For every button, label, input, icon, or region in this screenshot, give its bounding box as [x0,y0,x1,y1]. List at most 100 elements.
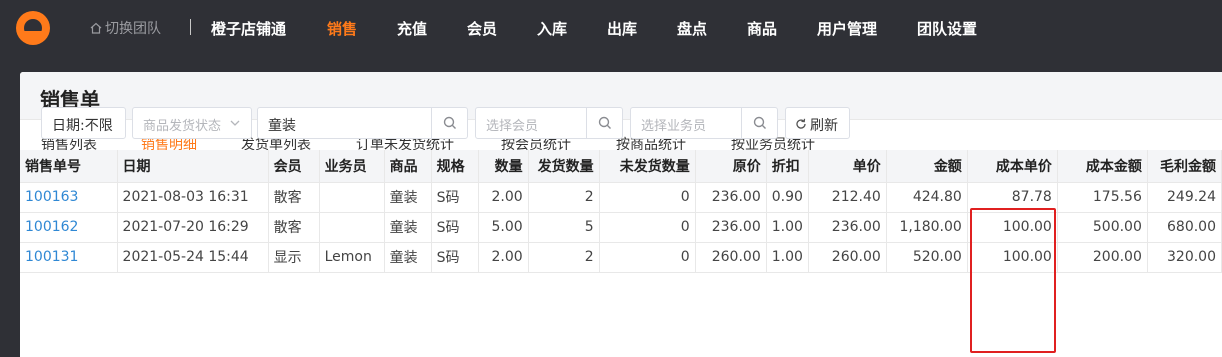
cell-spec: S码 [431,242,479,273]
col-header-cost-unit-price[interactable]: 成本单价 [967,150,1058,183]
cell-staff [319,182,385,213]
cell-member: 散客 [268,182,320,213]
table-row[interactable]: 100162 2021-07-20 16:29 散客 童装 S码 5.00 5 … [20,212,1222,243]
col-header-spec[interactable]: 规格 [431,150,479,183]
search-icon [598,116,611,129]
col-header-product[interactable]: 商品 [384,150,432,183]
col-header-order-no[interactable]: 销售单号 [20,150,118,183]
cell-spec: S码 [431,182,479,213]
top-navigation-bar: 切换团队 橙子店铺通 销售 充值 会员 入库 出库 盘点 商品 用户管理 团队设… [0,0,1222,56]
col-header-original-price[interactable]: 原价 [695,150,767,183]
ship-status-select[interactable]: 商品发货状态 [132,107,252,139]
search-icon [443,116,456,129]
table-row[interactable]: 100163 2021-08-03 16:31 散客 童装 S码 2.00 2 … [20,182,1222,213]
cell-product: 童装 [384,182,432,213]
staff-select[interactable]: 选择业务员 [630,107,778,139]
col-header-amount[interactable]: 金额 [886,150,968,183]
nav-item-products[interactable]: 商品 [747,18,777,39]
cell-discount: 1.00 [766,212,809,243]
search-icon [753,116,766,129]
cell-cost-unit-price: 87.78 [967,182,1058,213]
cell-product: 童装 [384,212,432,243]
cell-staff [319,212,385,243]
keyword-search-button[interactable] [431,108,467,138]
home-icon [90,22,102,34]
nav-item-shop[interactable]: 橙子店铺通 [211,18,286,39]
cell-staff: Lemon [319,242,385,273]
cell-unit-price: 260.00 [808,242,887,273]
cell-unshipped-qty: 0 [599,212,696,243]
member-placeholder: 选择会员 [486,119,539,134]
cell-amount: 520.00 [886,242,968,273]
nav-item-members[interactable]: 会员 [467,18,497,39]
brand-logo[interactable] [16,11,50,45]
cell-discount: 0.90 [766,182,809,213]
cell-cost-amount: 175.56 [1057,182,1148,213]
cell-product: 童装 [384,242,432,273]
cell-shipped-qty: 2 [528,242,600,273]
staff-placeholder: 选择业务员 [641,119,707,134]
keyword-value: 童装 [268,118,296,134]
switch-team-label: 切换团队 [105,21,161,37]
cell-gross-profit: 320.00 [1147,242,1222,273]
cell-unshipped-qty: 0 [599,182,696,213]
cell-date: 2021-07-20 16:29 [117,212,269,243]
refresh-icon [796,118,806,129]
col-header-staff[interactable]: 业务员 [319,150,385,183]
order-no-link[interactable]: 100131 [20,242,118,273]
cell-discount: 1.00 [766,242,809,273]
cell-qty: 2.00 [478,182,529,213]
col-header-gross-profit[interactable]: 毛利金额 [1147,150,1222,183]
nav-item-sales[interactable]: 销售 [327,18,357,39]
col-header-shipped-qty[interactable]: 发货数量 [528,150,600,183]
cell-cost-amount: 500.00 [1057,212,1148,243]
cell-spec: S码 [431,212,479,243]
order-no-link[interactable]: 100162 [20,212,118,243]
col-header-qty[interactable]: 数量 [478,150,529,183]
cell-original-price: 260.00 [695,242,767,273]
member-search-button[interactable] [586,108,622,138]
col-header-unshipped-qty[interactable]: 未发货数量 [599,150,696,183]
col-header-discount[interactable]: 折扣 [766,150,809,183]
cell-gross-profit: 680.00 [1147,212,1222,243]
cell-date: 2021-08-03 16:31 [117,182,269,213]
nav-divider [190,19,191,35]
nav-item-stock-in[interactable]: 入库 [537,18,567,39]
refresh-button[interactable]: 刷新 [785,107,850,139]
cell-original-price: 236.00 [695,182,767,213]
cell-shipped-qty: 5 [528,212,600,243]
col-header-member[interactable]: 会员 [268,150,320,183]
cell-cost-unit-price: 100.00 [967,212,1058,243]
staff-search-button[interactable] [741,108,777,138]
table-row[interactable]: 100131 2021-05-24 15:44 显示 Lemon 童装 S码 2… [20,242,1222,273]
date-filter-button[interactable]: 日期:不限 [41,107,126,139]
cell-cost-unit-price: 100.00 [967,242,1058,273]
ship-status-placeholder: 商品发货状态 [143,119,222,134]
order-no-link[interactable]: 100163 [20,182,118,213]
member-select[interactable]: 选择会员 [475,107,623,139]
cell-member: 散客 [268,212,320,243]
switch-team-link[interactable]: 切换团队 [90,18,161,38]
cell-original-price: 236.00 [695,212,767,243]
col-header-cost-amount[interactable]: 成本金额 [1057,150,1148,183]
date-filter-label: 日期:不限 [52,118,113,134]
col-header-date[interactable]: 日期 [117,150,269,183]
nav-item-inventory[interactable]: 盘点 [677,18,707,39]
nav-item-recharge[interactable]: 充值 [397,18,427,39]
nav-item-user-management[interactable]: 用户管理 [817,18,877,39]
chevron-down-icon [230,120,240,126]
refresh-label: 刷新 [810,118,838,134]
cell-unit-price: 236.00 [808,212,887,243]
sales-detail-table: 销售单号 日期 会员 业务员 商品 规格 数量 发货数量 未发货数量 原价 折扣… [20,150,1222,273]
cell-gross-profit: 249.24 [1147,182,1222,213]
nav-item-team-settings[interactable]: 团队设置 [917,18,977,39]
table-header-row: 销售单号 日期 会员 业务员 商品 规格 数量 发货数量 未发货数量 原价 折扣… [20,150,1222,183]
cell-unshipped-qty: 0 [599,242,696,273]
cell-qty: 5.00 [478,212,529,243]
cell-unit-price: 212.40 [808,182,887,213]
cell-qty: 2.00 [478,242,529,273]
nav-item-stock-out[interactable]: 出库 [607,18,637,39]
keyword-search-input[interactable]: 童装 [257,107,468,139]
cell-shipped-qty: 2 [528,182,600,213]
col-header-unit-price[interactable]: 单价 [808,150,887,183]
